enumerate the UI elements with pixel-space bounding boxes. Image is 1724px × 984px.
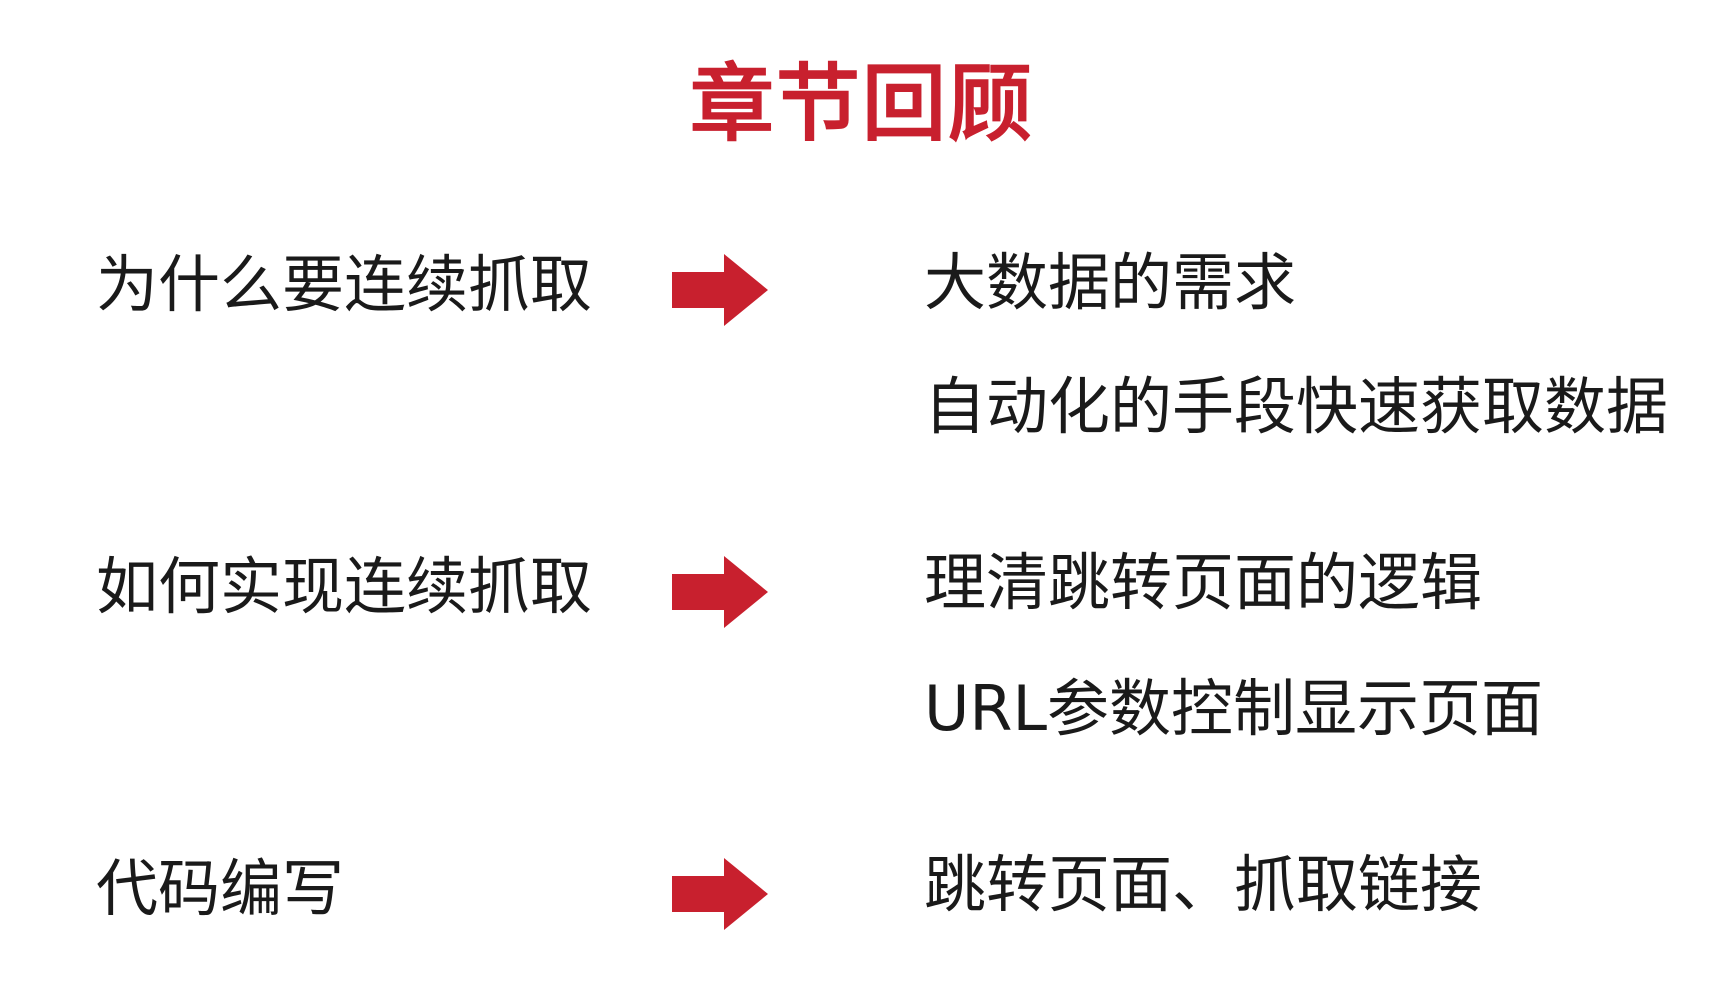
right-arrow-icon [672, 254, 768, 326]
row-label-how: 如何实现连续抓取 [96, 550, 593, 623]
point-automation: 自动化的手段快速获取数据 [924, 370, 1669, 443]
right-arrow-icon [672, 556, 768, 628]
point-jump-and-scrape: 跳转页面、抓取链接 [924, 848, 1483, 921]
row-label-code: 代码编写 [96, 852, 345, 925]
right-arrow-icon [672, 858, 768, 930]
point-big-data-demand: 大数据的需求 [924, 246, 1297, 319]
slide-title: 章节回顾 [689, 55, 1034, 153]
row-label-why: 为什么要连续抓取 [96, 248, 593, 321]
point-url-params: URL参数控制显示页面 [924, 672, 1544, 745]
slide: 章节回顾 为什么要连续抓取 大数据的需求 自动化的手段快速获取数据 如何实现连续… [0, 0, 1724, 984]
point-page-logic: 理清跳转页面的逻辑 [924, 546, 1483, 619]
